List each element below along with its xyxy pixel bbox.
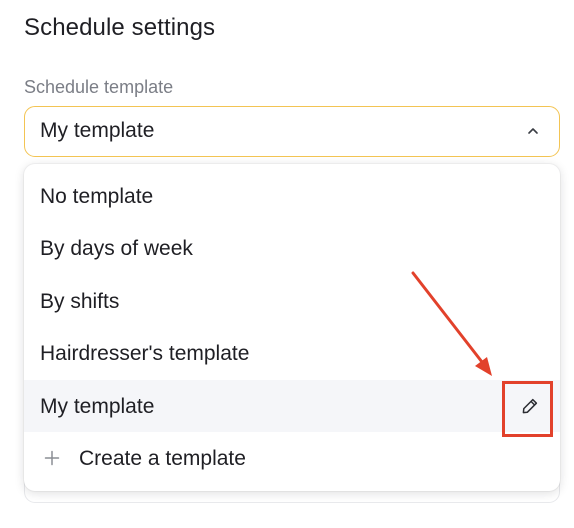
create-template-label: Create a template <box>79 447 246 470</box>
option-my-template[interactable]: My template <box>24 380 560 432</box>
option-label: By days of week <box>40 237 193 260</box>
schedule-template-label: Schedule template <box>24 77 174 97</box>
option-label: Hairdresser's template <box>40 342 250 365</box>
option-no-template[interactable]: No template <box>24 170 560 222</box>
page-title: Schedule settings <box>24 14 216 41</box>
option-label: By shifts <box>40 290 120 313</box>
option-label: My template <box>40 395 155 418</box>
chevron-up-icon <box>528 128 538 134</box>
option-by-shifts[interactable]: By shifts <box>24 275 560 327</box>
create-template-item[interactable]: Create a template <box>24 432 560 484</box>
schedule-template-select[interactable]: My template <box>24 106 560 157</box>
option-by-days-of-week[interactable]: By days of week <box>24 222 560 274</box>
pencil-edit-icon[interactable] <box>521 397 539 415</box>
option-label: No template <box>40 185 154 208</box>
option-hairdressers-template[interactable]: Hairdresser's template <box>24 327 560 379</box>
plus-icon <box>44 450 60 466</box>
schedule-template-dropdown: No template By days of week By shifts Ha… <box>24 164 560 491</box>
schedule-template-selected-value: My template <box>40 119 155 142</box>
